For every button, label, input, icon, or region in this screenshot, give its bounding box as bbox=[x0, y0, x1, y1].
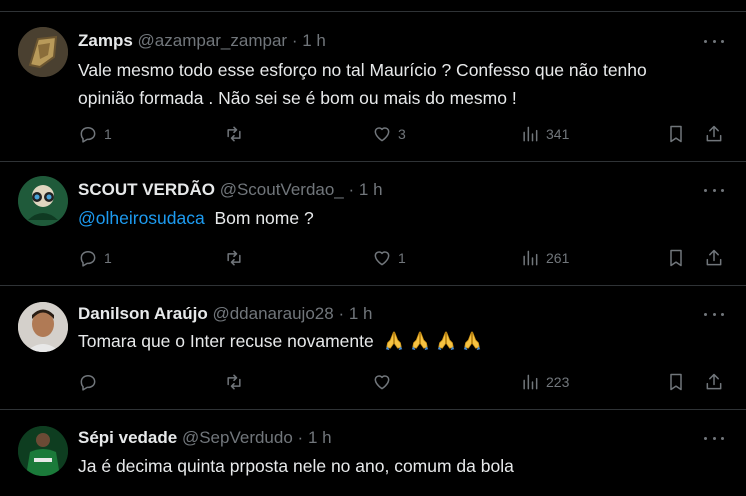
more-options-icon[interactable] bbox=[704, 304, 724, 324]
tweet-danilson[interactable]: Danilson Araújo @ddanaraujo28 · 1 h Toma… bbox=[0, 286, 746, 410]
share-button[interactable] bbox=[704, 248, 724, 268]
timestamp[interactable]: 1 h bbox=[349, 304, 373, 323]
reply-count: 1 bbox=[104, 126, 112, 142]
tweet-text-line: Vale mesmo todo esse esforço no tal Maur… bbox=[78, 60, 647, 80]
view-count: 341 bbox=[546, 126, 570, 142]
timestamp[interactable]: 1 h bbox=[359, 180, 383, 199]
bookmark-button[interactable] bbox=[666, 124, 686, 144]
tweet-text-line: Bom nome ? bbox=[214, 208, 314, 228]
user-handle[interactable]: @SepVerdudo bbox=[182, 428, 293, 447]
avatar[interactable] bbox=[18, 176, 68, 226]
tweet-text-line: Ja é decima quinta prposta nele no ano, … bbox=[78, 456, 514, 476]
timestamp[interactable]: 1 h bbox=[302, 31, 326, 50]
avatar[interactable] bbox=[18, 302, 68, 352]
analytics-icon bbox=[523, 374, 538, 390]
more-options-icon[interactable] bbox=[704, 180, 724, 200]
user-handle[interactable]: @ddanaraujo28 bbox=[212, 304, 333, 323]
timestamp[interactable]: 1 h bbox=[308, 428, 332, 447]
more-options-icon[interactable] bbox=[704, 31, 724, 51]
bookmark-icon bbox=[670, 373, 682, 391]
tweet-scout-verdao[interactable]: SCOUT VERDÃO @ScoutVerdao_ · 1 h @olheir… bbox=[0, 162, 746, 286]
tweet-text: Ja é decima quinta prposta nele no ano, … bbox=[78, 452, 728, 480]
top-divider bbox=[0, 0, 746, 12]
like-button[interactable]: 3 bbox=[372, 124, 406, 144]
views-button[interactable]: 261 bbox=[520, 248, 569, 268]
share-icon bbox=[706, 249, 722, 266]
heart-icon bbox=[374, 251, 390, 266]
like-count: 3 bbox=[398, 126, 406, 142]
user-handle[interactable]: @azampar_zampar bbox=[138, 31, 288, 50]
heart-icon bbox=[374, 127, 390, 142]
retweet-icon bbox=[227, 374, 241, 390]
more-options-icon[interactable] bbox=[704, 428, 724, 448]
like-button[interactable]: 1 bbox=[372, 248, 406, 268]
avatar-image bbox=[18, 302, 68, 352]
view-count: 261 bbox=[546, 250, 570, 266]
separator-dot: · bbox=[348, 180, 355, 199]
action-bar: 1 1 261 bbox=[78, 248, 728, 268]
bookmark-button[interactable] bbox=[666, 248, 686, 268]
bookmark-icon bbox=[670, 249, 682, 267]
display-name[interactable]: Zamps bbox=[78, 31, 133, 50]
like-count: 1 bbox=[398, 250, 406, 266]
tweet-header: Zamps @azampar_zampar · 1 h bbox=[78, 31, 326, 51]
folded-hands-emoji bbox=[385, 331, 402, 351]
avatar-image bbox=[18, 27, 68, 77]
separator-dot: · bbox=[297, 428, 304, 447]
views-button[interactable]: 341 bbox=[520, 124, 569, 144]
tweet-header: SCOUT VERDÃO @ScoutVerdao_ · 1 h bbox=[78, 180, 383, 200]
share-button[interactable] bbox=[704, 372, 724, 392]
reply-icon bbox=[80, 127, 96, 143]
reply-button[interactable]: 1 bbox=[78, 248, 112, 268]
tweet-header: Sépi vedade @SepVerdudo · 1 h bbox=[78, 428, 332, 448]
mention-link[interactable]: @olheirosudaca bbox=[78, 208, 205, 228]
display-name[interactable]: SCOUT VERDÃO bbox=[78, 180, 215, 199]
action-bar: 223 bbox=[78, 372, 728, 392]
tweet-sepi-vedade[interactable]: Sépi vedade @SepVerdudo · 1 h Ja é decim… bbox=[0, 410, 746, 496]
retweet-icon bbox=[227, 126, 241, 142]
views-button[interactable]: 223 bbox=[520, 372, 569, 392]
tweet-text-line: opinião formada . Não sei se é bom ou ma… bbox=[78, 88, 517, 108]
bookmark-button[interactable] bbox=[666, 372, 686, 392]
reply-button[interactable] bbox=[78, 372, 104, 392]
retweet-button[interactable] bbox=[224, 124, 250, 144]
retweet-button[interactable] bbox=[224, 248, 250, 268]
share-button[interactable] bbox=[704, 124, 724, 144]
folded-hands-emoji bbox=[411, 331, 428, 351]
like-button[interactable] bbox=[372, 372, 398, 392]
tweet-text: @olheirosudaca Bom nome ? bbox=[78, 204, 728, 232]
tweet-header: Danilson Araújo @ddanaraujo28 · 1 h bbox=[78, 304, 372, 324]
bookmark-icon bbox=[670, 125, 682, 143]
avatar-image bbox=[18, 176, 68, 226]
heart-icon bbox=[374, 375, 390, 390]
action-bar: 1 3 341 bbox=[78, 124, 728, 144]
avatar[interactable] bbox=[18, 27, 68, 77]
user-handle[interactable]: @ScoutVerdao_ bbox=[220, 180, 344, 199]
share-icon bbox=[706, 125, 722, 142]
tweet-text: Vale mesmo todo esse esforço no tal Maur… bbox=[78, 56, 728, 112]
tweet-zamps[interactable]: Zamps @azampar_zampar · 1 h Vale mesmo t… bbox=[0, 13, 746, 162]
share-icon bbox=[706, 373, 722, 390]
reply-icon bbox=[80, 375, 96, 391]
view-count: 223 bbox=[546, 374, 570, 390]
separator-dot: · bbox=[338, 304, 345, 323]
analytics-icon bbox=[523, 126, 538, 142]
tweet-text-line: Tomara que o Inter recuse novamente bbox=[78, 331, 374, 351]
tweet-text: Tomara que o Inter recuse novamente bbox=[78, 327, 728, 355]
emoji-group bbox=[379, 331, 483, 351]
retweet-icon bbox=[227, 250, 241, 266]
reply-icon bbox=[80, 251, 96, 267]
display-name[interactable]: Danilson Araújo bbox=[78, 304, 208, 323]
avatar-image bbox=[18, 426, 68, 476]
folded-hands-emoji bbox=[437, 331, 454, 351]
analytics-icon bbox=[523, 250, 538, 266]
avatar[interactable] bbox=[18, 426, 68, 476]
display-name[interactable]: Sépi vedade bbox=[78, 428, 177, 447]
retweet-button[interactable] bbox=[224, 372, 250, 392]
reply-count: 1 bbox=[104, 250, 112, 266]
reply-button[interactable]: 1 bbox=[78, 124, 112, 144]
folded-hands-emoji bbox=[463, 331, 480, 351]
separator-dot: · bbox=[291, 31, 298, 50]
